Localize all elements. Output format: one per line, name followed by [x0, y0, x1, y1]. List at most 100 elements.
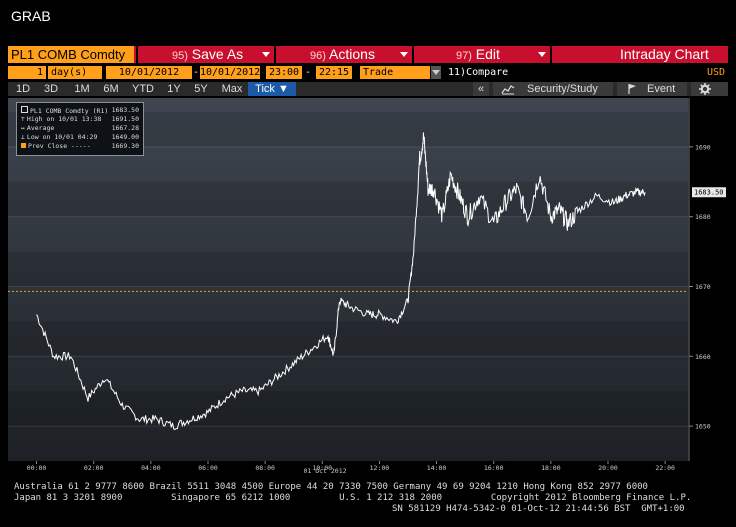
collapse-button[interactable]: « — [473, 82, 489, 96]
price-band — [8, 321, 688, 357]
last-price-label: 1683.50 — [694, 189, 724, 197]
tab-max[interactable]: Max — [218, 82, 246, 96]
event-type-dropdown[interactable] — [431, 66, 441, 79]
legend-low-row: ⊥ Low on 10/01 04:29 — [21, 133, 97, 141]
x-tick-label: 16:00 — [484, 464, 504, 472]
edit-label: Edit — [475, 46, 500, 62]
save-as-button[interactable]: 95) Save As — [172, 46, 243, 65]
x-tick-label: 12:00 — [370, 464, 390, 472]
compare-button[interactable]: 11)Compare — [448, 66, 508, 79]
x-axis-ticks: 00:00 02:00 04:00 06:00 08:00 10:00 12:00 14:00… — [27, 461, 675, 472]
x-tick-label: 22:00 — [655, 464, 675, 472]
x-tick-label: 04:00 — [141, 464, 161, 472]
period-count-input[interactable]: 1 — [8, 66, 46, 79]
y-tick-label: 1660 — [695, 353, 711, 361]
date-separator: - — [193, 67, 200, 78]
actions-number: 96) — [310, 50, 326, 62]
actions-label: Actions — [329, 46, 375, 62]
tab-tick[interactable]: Tick ▼ — [248, 82, 296, 96]
x-date-label: 01 Oct 2012 — [303, 467, 346, 475]
legend-checkbox-icon — [21, 106, 28, 113]
window-title: GRAB — [11, 8, 51, 24]
chevron-down-icon — [432, 70, 440, 75]
actions-dropdown-icon[interactable] — [400, 52, 408, 57]
legend-high-row: ⊤ High on 10/01 13:38 — [21, 115, 101, 123]
low-arrow-icon: ⊥ — [21, 133, 25, 141]
settings-button[interactable] — [691, 82, 728, 96]
legend-prev-label: Prev Close ----- — [28, 142, 91, 150]
x-tick-label: 02:00 — [84, 464, 104, 472]
save-as-dropdown-icon[interactable] — [262, 52, 270, 57]
tab-1m[interactable]: 1M — [70, 82, 94, 96]
event-button[interactable]: Event — [617, 82, 687, 96]
x-tick-label: 18:00 — [541, 464, 561, 472]
compare-number: 11) — [448, 67, 467, 78]
x-tick-label: 20:00 — [598, 464, 618, 472]
start-date-input[interactable]: 10/01/2012 — [106, 66, 192, 79]
tab-1d[interactable]: 1D — [12, 82, 34, 96]
legend-prev-value: 1669.30 — [111, 142, 139, 150]
tab-3d[interactable]: 3D — [40, 82, 62, 96]
price-band — [8, 181, 688, 217]
legend-title: PL1 COMB Comdty (R1) — [30, 107, 109, 115]
end-time-input[interactable]: 22:15 — [316, 66, 352, 79]
divider — [274, 46, 276, 63]
high-arrow-icon: ⊤ — [21, 115, 25, 123]
security-study-label: Security/Study — [527, 83, 598, 95]
legend-high-label: High on 10/01 13:38 — [26, 115, 102, 123]
save-as-label: Save As — [191, 46, 244, 62]
period-unit-select[interactable]: day(s) — [48, 66, 102, 79]
legend-title-row: PL1 COMB Comdty (R1) — [21, 106, 108, 115]
start-time-input[interactable]: 23:00 — [266, 66, 302, 79]
footer-contacts-1: Australia 61 2 9777 8600 Brazil 5511 304… — [14, 482, 648, 492]
y-tick-label: 1670 — [695, 283, 711, 291]
line-chart-icon — [501, 85, 515, 95]
event-type-select[interactable]: Trade — [360, 66, 430, 79]
last-price-marker: 1683.50 — [692, 187, 726, 198]
prev-close-swatch — [21, 143, 26, 148]
y-tick-label: 1680 — [695, 213, 711, 221]
security-study-button[interactable]: Security/Study — [493, 82, 613, 96]
x-tick-label: 14:00 — [427, 464, 447, 472]
average-arrow-icon: ↔ — [21, 124, 25, 132]
tab-6m[interactable]: 6M — [100, 82, 122, 96]
legend-prev-row: Prev Close ----- — [21, 142, 91, 150]
x-tick-label: 06:00 — [198, 464, 218, 472]
legend-avg-row: ↔ Average — [21, 124, 54, 132]
tab-ytd[interactable]: YTD — [128, 82, 158, 96]
chart-legend[interactable]: PL1 COMB Comdty (R1) 1683.50 ⊤ High on 10… — [16, 102, 144, 156]
y-tick-label: 1650 — [695, 423, 711, 431]
end-date-input[interactable]: 10/01/2012 — [200, 66, 260, 79]
y-axis-ticks: 1650 1660 1670 1680 1690 — [689, 143, 711, 431]
edit-button[interactable]: 97) Edit — [456, 46, 500, 65]
legend-title-value: 1683.50 — [111, 106, 139, 114]
legend-high-value: 1691.50 — [111, 115, 139, 123]
footer-contacts-2: Japan 81 3 3201 8900 Singapore 65 6212 1… — [14, 493, 692, 503]
x-tick-label: 08:00 — [255, 464, 275, 472]
legend-avg-label: Average — [26, 124, 55, 132]
tab-5y[interactable]: 5Y — [190, 82, 212, 96]
tab-1y[interactable]: 1Y — [164, 82, 184, 96]
compare-label: Compare — [466, 67, 509, 78]
save-as-number: 95) — [172, 50, 188, 62]
legend-avg-value: 1667.28 — [111, 124, 139, 132]
actions-button[interactable]: 96) Actions — [310, 46, 375, 65]
divider — [550, 46, 552, 63]
y-tick-label: 1690 — [695, 143, 711, 151]
divider — [136, 46, 138, 63]
time-separator: - — [305, 67, 312, 78]
edit-number: 97) — [456, 50, 472, 62]
footer-session-info: SN 581129 H474-5342-0 01-Oct-12 21:44:56… — [392, 504, 685, 514]
view-title: Intraday Chart — [620, 46, 709, 62]
price-band — [8, 251, 688, 287]
currency-label: USD — [707, 67, 726, 78]
ticker-field[interactable]: PL1 COMB Comdty — [8, 46, 134, 63]
flag-icon — [628, 84, 636, 94]
divider — [412, 46, 414, 63]
gear-icon — [699, 83, 711, 95]
edit-dropdown-icon[interactable] — [538, 52, 546, 57]
legend-low-label: Low on 10/01 04:29 — [26, 133, 98, 141]
price-band — [8, 391, 688, 427]
legend-low-value: 1649.00 — [111, 133, 139, 141]
event-label: Event — [647, 83, 676, 95]
